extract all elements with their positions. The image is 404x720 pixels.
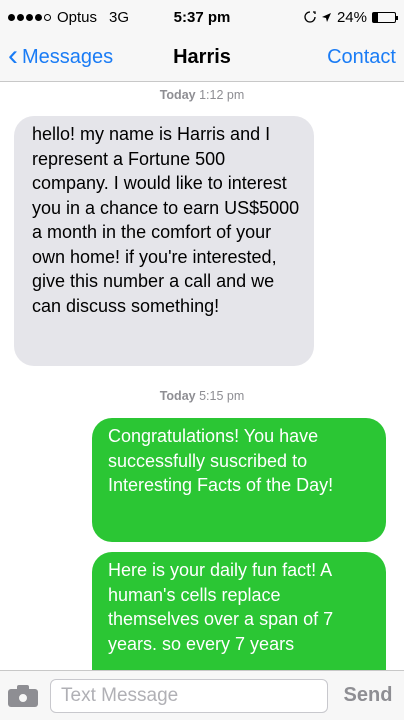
timestamp-1: Today 1:12 pm: [0, 88, 404, 102]
signal-dot-empty: [44, 13, 51, 21]
signal-dot: [26, 13, 33, 21]
nav-bar: ‹ Messages Harris Contact: [0, 34, 404, 82]
camera-icon[interactable]: [8, 684, 38, 707]
message-text-field[interactable]: Text Message: [50, 678, 328, 713]
message-input-bar: Text Message Send: [0, 670, 404, 720]
battery-percent: 24%: [336, 8, 367, 26]
battery-fill: [373, 12, 379, 22]
signal-dots-icon: [8, 13, 51, 21]
network-type: 3G: [109, 8, 130, 26]
signal-dot: [35, 13, 42, 21]
carrier-name: Optus: [57, 8, 98, 26]
timestamp-2-time: 5:15 pm: [199, 389, 245, 403]
outgoing-message-bubble[interactable]: Congratulations! You have successfully s…: [92, 418, 386, 542]
contact-button[interactable]: Contact: [327, 46, 396, 69]
send-button[interactable]: Send: [340, 684, 396, 707]
signal-dot: [8, 13, 15, 21]
chevron-left-icon: ‹: [8, 39, 18, 72]
location-arrow-icon: [321, 12, 331, 22]
signal-dot: [17, 13, 24, 21]
rotation-lock-icon: [304, 11, 316, 23]
incoming-message-bubble[interactable]: hello! my name is Harris and I represent…: [14, 116, 314, 366]
timestamp-1-time: 1:12 pm: [199, 88, 245, 102]
back-button[interactable]: ‹ Messages: [8, 39, 114, 72]
status-right: 24%: [304, 8, 398, 26]
camera-icon-lens: [17, 691, 29, 704]
timestamp-2: Today 5:15 pm: [0, 389, 404, 403]
back-button-label: Messages: [22, 46, 114, 68]
battery-icon: [372, 11, 398, 23]
timestamp-1-day: Today: [159, 88, 196, 102]
timestamp-2-day: Today: [159, 389, 196, 403]
status-left: Optus 3G: [8, 9, 129, 26]
status-bar: Optus 3G 5:37 pm 24%: [0, 0, 404, 34]
